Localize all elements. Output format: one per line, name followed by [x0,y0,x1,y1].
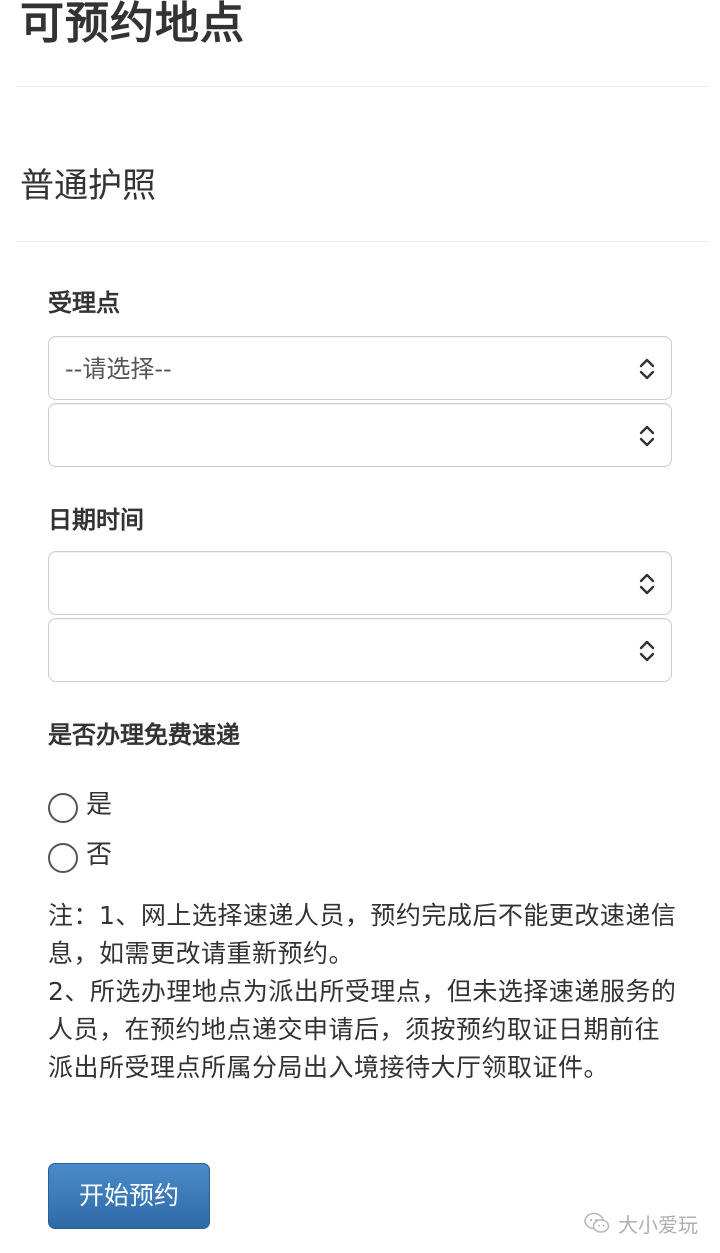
note-line-1: 注：1、网上选择速递人员，预约完成后不能更改速递信息，如需更改请重新预约。 [48,901,677,968]
free-delivery-label: 是否办理免费速递 [48,721,240,749]
updown-chevron-icon [639,573,655,595]
datetime-label: 日期时间 [48,506,144,534]
updown-chevron-icon [639,640,655,662]
updown-chevron-icon [639,425,655,447]
updown-chevron-icon [639,358,655,380]
delivery-no-radio[interactable] [48,843,78,873]
start-booking-button[interactable]: 开始预约 [48,1163,210,1229]
section-title: 普通护照 [20,166,156,206]
date-select[interactable] [48,551,672,615]
watermark-text: 大小爱玩 [618,1212,698,1237]
delivery-yes-radio[interactable] [48,793,78,823]
note-line-2: 2、所选办理地点为派出所受理点，但未选择速递服务的人员，在预约地点递交申请后，须… [48,977,677,1082]
section-divider [16,241,708,242]
title-divider [16,86,708,87]
wechat-icon [584,1212,610,1233]
page: 可预约地点 普通护照 受理点 --请选择-- 日期时间 是否办理免费速递 是 否… [0,0,720,1253]
acceptance-point-select-1[interactable]: --请选择-- [48,336,672,400]
time-select[interactable] [48,618,672,682]
acceptance-point-label: 受理点 [48,289,120,317]
page-title: 可预约地点 [20,0,245,49]
select-value: --请选择-- [65,355,172,383]
delivery-yes-label[interactable]: 是 [86,789,112,821]
watermark: 大小爱玩 [584,1208,698,1238]
delivery-no-label[interactable]: 否 [86,839,112,871]
acceptance-point-select-2[interactable] [48,403,672,467]
